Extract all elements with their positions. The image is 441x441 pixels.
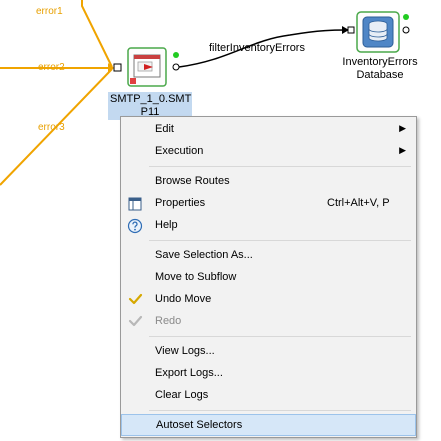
db-input-connector[interactable]	[347, 26, 355, 34]
menu-item-execution[interactable]: Execution ▶	[121, 141, 416, 163]
menu-item-label: Properties	[155, 197, 206, 209]
menu-item-clear-logs[interactable]: Clear Logs	[121, 385, 416, 407]
db-output-connector[interactable]	[402, 26, 410, 34]
menu-separator	[149, 240, 411, 241]
error2-label: error2	[38, 62, 65, 73]
menu-item-export-logs[interactable]: Export Logs...	[121, 363, 416, 385]
menu-item-label: Execution	[155, 145, 204, 157]
database-icon	[362, 16, 394, 48]
menu-item-label: Edit	[155, 123, 174, 135]
db-status-dot	[403, 14, 409, 20]
redo-icon	[128, 315, 143, 327]
menu-item-properties[interactable]: Properties Ctrl+Alt+V, P	[121, 193, 416, 215]
menu-item-move-to-subflow[interactable]: Move to Subflow	[121, 267, 416, 289]
menu-item-label: Undo Move	[155, 293, 212, 305]
menu-item-label: Export Logs...	[155, 367, 223, 379]
database-label-line1: InventoryErrors	[342, 56, 418, 68]
help-icon	[127, 218, 143, 234]
menu-item-label: Autoset Selectors	[156, 419, 243, 431]
database-label-line2: Database	[356, 69, 404, 81]
menu-item-shortcut: Ctrl+Alt+V, P	[327, 197, 390, 209]
menu-separator	[149, 166, 411, 167]
menu-item-autoset-selectors[interactable]: Autoset Selectors	[121, 414, 416, 436]
menu-item-label: View Logs...	[155, 345, 215, 357]
properties-icon	[128, 197, 142, 211]
menu-item-label: Browse Routes	[155, 175, 230, 187]
error3-label: error3	[38, 122, 65, 133]
error1-label: error1	[36, 6, 63, 17]
database-component-label: InventoryErrors Database	[330, 56, 430, 82]
menu-item-view-logs[interactable]: View Logs...	[121, 341, 416, 363]
menu-separator	[149, 336, 411, 337]
menu-item-label: Help	[155, 219, 178, 231]
submenu-arrow-icon: ▶	[399, 145, 406, 155]
menu-item-label: Redo	[155, 315, 182, 327]
undo-icon	[128, 293, 143, 305]
menu-item-label: Save Selection As...	[155, 249, 253, 261]
menu-item-label: Clear Logs	[155, 389, 209, 401]
input-connector[interactable]	[113, 63, 122, 72]
context-menu: Edit ▶ Execution ▶ Browse Routes Propert…	[120, 116, 417, 438]
smtp-label-line1: SMTP_1_0.SMT	[110, 93, 192, 105]
menu-item-undo-move[interactable]: Undo Move	[121, 289, 416, 311]
menu-separator	[149, 410, 411, 411]
menu-item-browse-routes[interactable]: Browse Routes	[121, 171, 416, 193]
smtp-status-dot	[173, 52, 179, 58]
output-connector[interactable]	[172, 63, 180, 71]
menu-item-help[interactable]: Help	[121, 215, 416, 237]
menu-item-redo[interactable]: Redo	[121, 311, 416, 333]
menu-item-label: Move to Subflow	[155, 271, 237, 283]
flow-label: filterInventoryErrors	[209, 42, 305, 54]
menu-item-save-selection[interactable]: Save Selection As...	[121, 245, 416, 267]
error1-wire[interactable]	[81, 0, 113, 68]
submenu-arrow-icon: ▶	[399, 123, 406, 133]
menu-item-edit[interactable]: Edit ▶	[121, 119, 416, 141]
